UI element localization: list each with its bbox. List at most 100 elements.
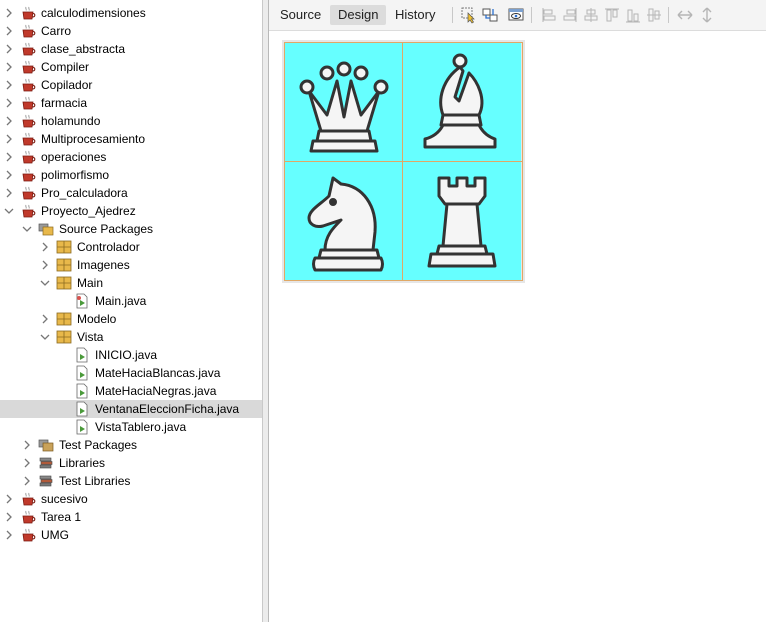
libraries-icon <box>38 455 54 471</box>
java-project-icon <box>20 23 36 39</box>
tree-project[interactable]: Multiprocesamiento <box>0 130 262 148</box>
chevron-right-icon[interactable] <box>4 94 14 112</box>
tree-node-label: VistaTablero.java <box>95 420 187 434</box>
chevron-down-icon[interactable] <box>40 328 50 346</box>
queen-button[interactable] <box>285 43 403 161</box>
tree-project[interactable]: holamundo <box>0 112 262 130</box>
chevron-right-icon[interactable] <box>4 112 14 130</box>
chevron-right-icon[interactable] <box>4 166 14 184</box>
tree-project[interactable]: Compiler <box>0 58 262 76</box>
java-project-icon <box>20 95 36 111</box>
tree-project[interactable]: operaciones <box>0 148 262 166</box>
tree-node-label: Tarea 1 <box>41 510 82 524</box>
align-left-icon[interactable] <box>541 6 557 24</box>
tree-node-label: Controlador <box>77 240 140 254</box>
java-project-icon <box>20 41 36 57</box>
tree-package[interactable]: Imagenes <box>0 256 262 274</box>
tree-project[interactable]: Proyecto_Ajedrez <box>0 202 262 220</box>
tree-package[interactable]: Main <box>0 274 262 292</box>
chevron-right-icon[interactable] <box>4 184 14 202</box>
tab-history[interactable]: History <box>387 5 443 25</box>
tree-test-packages[interactable]: Test Packages <box>0 436 262 454</box>
same-height-icon[interactable] <box>699 6 715 24</box>
tree-project[interactable]: Carro <box>0 22 262 40</box>
queen-icon <box>299 61 389 153</box>
java-file-icon <box>74 383 90 399</box>
tree-node-label: Test Packages <box>59 438 138 452</box>
tab-design[interactable]: Design <box>330 5 387 25</box>
chevron-right-icon[interactable] <box>40 310 50 328</box>
chevron-right-icon[interactable] <box>22 472 32 490</box>
tree-node-label: holamundo <box>41 114 101 128</box>
tree-node-label: Libraries <box>59 456 106 470</box>
tree-project[interactable]: Pro_calculadora <box>0 184 262 202</box>
chevron-right-icon[interactable] <box>22 436 32 454</box>
tree-file[interactable]: Main.java <box>0 292 262 310</box>
tree-project[interactable]: Tarea 1 <box>0 508 262 526</box>
chevron-down-icon[interactable] <box>40 274 50 292</box>
chevron-right-icon[interactable] <box>4 58 14 76</box>
connection-mode-icon[interactable] <box>482 6 498 24</box>
tab-source[interactable]: Source <box>272 5 329 25</box>
tree-project[interactable]: Copilador <box>0 76 262 94</box>
tree-libraries[interactable]: Libraries <box>0 454 262 472</box>
align-bottom-icon[interactable] <box>625 6 641 24</box>
center-vertically-icon[interactable] <box>646 6 662 24</box>
chevron-right-icon[interactable] <box>4 4 14 22</box>
tree-file[interactable]: MateHaciaNegras.java <box>0 382 262 400</box>
tree-node-label: calculodimensiones <box>41 6 146 20</box>
tree-test-libraries[interactable]: Test Libraries <box>0 472 262 490</box>
java-project-icon <box>20 5 36 21</box>
tree-package[interactable]: Modelo <box>0 310 262 328</box>
java-file-icon <box>74 347 90 363</box>
align-right-icon[interactable] <box>562 6 578 24</box>
java-project-icon <box>20 203 36 219</box>
bishop-button[interactable] <box>403 43 521 161</box>
tree-project[interactable]: calculodimensiones <box>0 4 262 22</box>
chevron-right-icon[interactable] <box>40 256 50 274</box>
chevron-right-icon[interactable] <box>22 454 32 472</box>
chevron-right-icon[interactable] <box>4 148 14 166</box>
java-project-icon <box>20 131 36 147</box>
chevron-right-icon[interactable] <box>4 76 14 94</box>
knight-button[interactable] <box>285 162 403 280</box>
chevron-right-icon[interactable] <box>4 490 14 508</box>
tree-node-label: UMG <box>41 528 69 542</box>
chevron-right-icon[interactable] <box>40 238 50 256</box>
chevron-down-icon[interactable] <box>4 202 14 220</box>
tree-node-label: Carro <box>41 24 72 38</box>
chevron-down-icon[interactable] <box>22 220 32 238</box>
align-top-icon[interactable] <box>604 6 620 24</box>
chevron-right-icon[interactable] <box>4 40 14 58</box>
tree-node-label: VentanaEleccionFicha.java <box>95 402 240 416</box>
chevron-right-icon[interactable] <box>4 508 14 526</box>
toolbar-separator <box>452 7 453 23</box>
java-file-icon <box>74 419 90 435</box>
tree-project[interactable]: polimorfismo <box>0 166 262 184</box>
chevron-right-icon[interactable] <box>4 130 14 148</box>
tree-package[interactable]: Controlador <box>0 238 262 256</box>
tree-file[interactable]: MateHaciaBlancas.java <box>0 364 262 382</box>
center-horizontally-icon[interactable] <box>583 6 599 24</box>
selection-mode-icon[interactable] <box>461 6 477 24</box>
tree-project[interactable]: UMG <box>0 526 262 544</box>
tree-project[interactable]: sucesivo <box>0 490 262 508</box>
tree-file[interactable]: INICIO.java <box>0 346 262 364</box>
java-project-icon <box>20 113 36 129</box>
java-file-icon <box>74 293 90 309</box>
tree-file[interactable]: VistaTablero.java <box>0 418 262 436</box>
package-icon <box>56 257 72 273</box>
tree-file[interactable]: VentanaEleccionFicha.java <box>0 400 262 418</box>
chevron-right-icon[interactable] <box>4 22 14 40</box>
tree-package[interactable]: Vista <box>0 328 262 346</box>
same-width-icon[interactable] <box>677 6 693 24</box>
toolbar-separator <box>531 7 532 23</box>
rook-button[interactable] <box>403 162 521 280</box>
package-icon <box>56 311 72 327</box>
preview-design-icon[interactable] <box>508 6 524 24</box>
tree-project[interactable]: clase_abstracta <box>0 40 262 58</box>
toolbar-separator <box>668 7 669 23</box>
tree-source-packages[interactable]: Source Packages <box>0 220 262 238</box>
chevron-right-icon[interactable] <box>4 526 14 544</box>
tree-project[interactable]: farmacia <box>0 94 262 112</box>
